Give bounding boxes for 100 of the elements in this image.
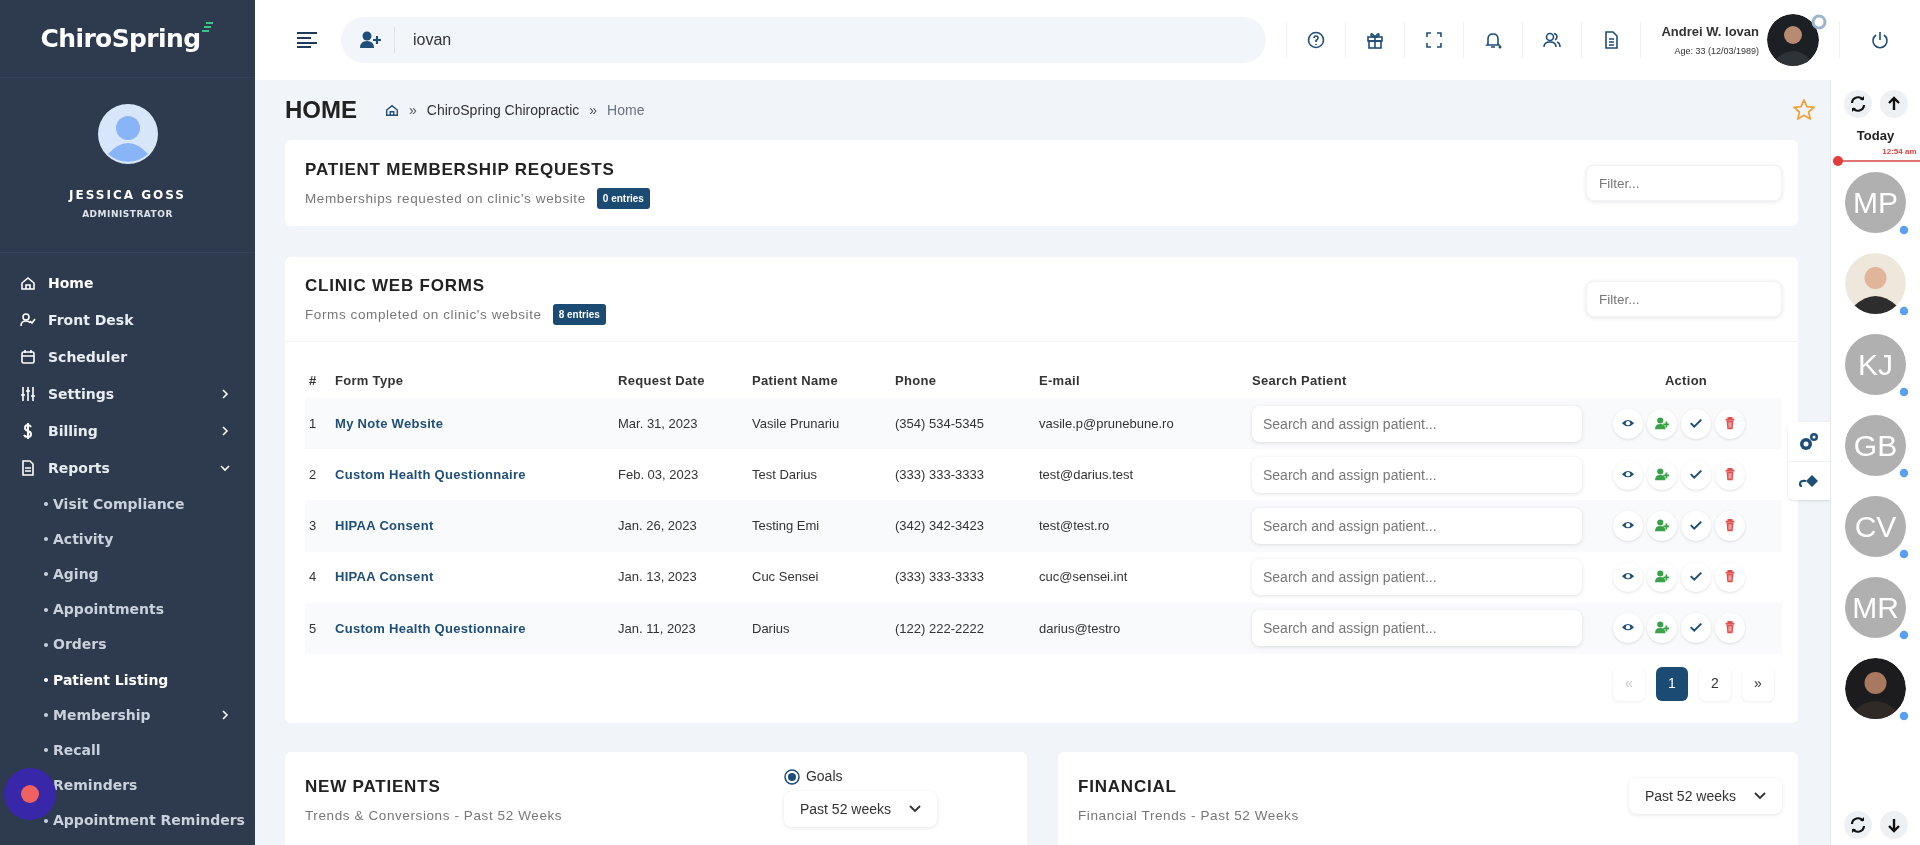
approve-button[interactable] — [1681, 562, 1711, 593]
patient-search-field[interactable]: iovan — [413, 28, 1213, 52]
card-subtitle: Forms completed on clinic's website — [305, 305, 542, 324]
nav-subitem[interactable]: Membership — [0, 697, 255, 733]
column-header: # — [305, 363, 331, 398]
page-button[interactable]: » — [1742, 666, 1774, 701]
delete-button[interactable] — [1715, 613, 1745, 644]
chevron-down-icon — [1754, 792, 1766, 800]
delete-button[interactable] — [1715, 459, 1745, 490]
form-link[interactable]: Custom Health Questionnaire — [335, 467, 526, 483]
table-cell: Test Darius — [748, 449, 891, 501]
table-cell: 4 — [305, 551, 331, 603]
form-link[interactable]: Custom Health Questionnaire — [335, 620, 526, 636]
table-cell: Vasile Prunariu — [748, 398, 891, 450]
nav-subitem[interactable]: Activity — [0, 521, 255, 557]
table-cell: darius@testro — [1035, 602, 1248, 654]
table-cell: 2 — [305, 449, 331, 501]
approve-button[interactable] — [1681, 510, 1711, 541]
nav-item[interactable]: Settings — [0, 375, 255, 413]
user-role: ADMINISTRATOR — [82, 208, 173, 221]
nav-item[interactable]: Scheduler — [0, 338, 255, 376]
page-button[interactable]: 1 — [1656, 666, 1688, 701]
assign-button[interactable] — [1647, 613, 1677, 644]
table-cell: Jan. 13, 2023 — [614, 551, 748, 603]
delete-button[interactable] — [1715, 562, 1745, 593]
add-user-icon — [1655, 621, 1669, 636]
column-header: E-mail — [1035, 363, 1248, 398]
refresh-button[interactable] — [1843, 90, 1872, 118]
scroll-down-button[interactable] — [1880, 811, 1908, 839]
day-label: Today — [1856, 127, 1895, 145]
trash-icon — [1723, 416, 1737, 431]
nav-subitem[interactable]: Patient Listing — [0, 662, 255, 698]
breadcrumb-link[interactable]: ChiroSpring Chiropractic — [426, 99, 580, 121]
nav-item[interactable]: Reports — [0, 449, 255, 487]
check-icon — [1689, 518, 1703, 533]
breadcrumb-separator: » — [589, 100, 598, 120]
form-link[interactable]: HIPAA Consent — [335, 569, 434, 585]
card-subtitle: Trends & Conversions - Past 52 Weeks — [305, 806, 563, 825]
view-button[interactable] — [1613, 408, 1643, 439]
chevron-down-icon — [909, 805, 921, 813]
assign-button[interactable] — [1647, 408, 1677, 439]
view-button[interactable] — [1613, 459, 1643, 490]
filter-field[interactable]: Filter... — [1586, 281, 1782, 317]
add-user-icon — [1655, 467, 1669, 482]
calendar-icon — [20, 349, 36, 365]
user-check-icon — [20, 312, 36, 328]
nav-subitem[interactable]: Orders — [0, 627, 255, 663]
nav-subitem[interactable]: Appointments — [0, 592, 255, 628]
table-cell: Testing Emi — [748, 500, 891, 552]
power-icon — [1871, 31, 1889, 49]
check-icon — [1689, 416, 1703, 431]
table-cell: Feb. 03, 2023 — [614, 449, 748, 501]
refresh-button[interactable] — [1844, 811, 1872, 839]
table-cell: Mar. 31, 2023 — [614, 398, 748, 450]
approve-button[interactable] — [1681, 408, 1711, 439]
assign-button[interactable] — [1647, 459, 1677, 490]
table-cell: (354) 534-5345 — [891, 398, 1035, 450]
add-user-icon — [1655, 570, 1669, 585]
logo[interactable]: ChiroSpring — [40, 19, 215, 58]
patient-search-field[interactable]: Search and assign patient... — [1252, 405, 1582, 442]
goals-toggle[interactable]: Goals — [783, 766, 843, 787]
gears-icon — [1798, 431, 1820, 452]
form-link[interactable]: My Note Website — [335, 415, 444, 431]
delete-button[interactable] — [1715, 510, 1745, 541]
card-title: PATIENT MEMBERSHIP REQUESTS — [305, 158, 616, 181]
nav-subitem[interactable]: Appointment Reminders — [0, 803, 255, 839]
nav-item[interactable]: Home — [0, 264, 255, 302]
patient-search-field[interactable]: Search and assign patient... — [1252, 559, 1582, 596]
nav-subitem[interactable]: Visit Compliance — [0, 486, 255, 522]
nav-item[interactable]: Front Desk — [0, 301, 255, 339]
delete-button[interactable] — [1715, 408, 1745, 439]
table-cell: Jan. 26, 2023 — [614, 500, 748, 552]
paint-bucket-icon — [1798, 473, 1820, 489]
patient-name: Andrei W. Iovan — [1661, 23, 1759, 41]
breadcrumb-current: Home — [607, 100, 645, 120]
period-select[interactable]: Past 52 weeks — [783, 791, 937, 827]
leaf-icon — [202, 21, 215, 34]
nav-subitem[interactable]: Aging — [0, 556, 255, 593]
form-link[interactable]: HIPAA Consent — [335, 518, 434, 534]
view-button[interactable] — [1613, 510, 1643, 541]
approve-button[interactable] — [1681, 613, 1711, 644]
star-icon[interactable] — [1792, 98, 1816, 122]
search-bar[interactable]: iovan — [341, 17, 1266, 63]
scroll-up-button[interactable] — [1879, 90, 1908, 118]
nav-item[interactable]: Billing — [0, 412, 255, 450]
nav-subitem[interactable]: Recall — [0, 732, 255, 768]
page-button[interactable]: 2 — [1699, 666, 1731, 701]
filter-field[interactable]: Filter... — [1586, 165, 1782, 201]
assign-button[interactable] — [1647, 562, 1677, 593]
period-select[interactable]: Past 52 weeks — [1628, 778, 1782, 814]
patient-search-field[interactable]: Search and assign patient... — [1252, 507, 1582, 544]
table-cell: test@darius.test — [1035, 449, 1248, 501]
view-button[interactable] — [1613, 562, 1643, 593]
view-button[interactable] — [1613, 613, 1643, 644]
assign-button[interactable] — [1647, 510, 1677, 541]
approve-button[interactable] — [1681, 459, 1711, 490]
patient-search-field[interactable]: Search and assign patient... — [1252, 610, 1582, 647]
table-cell: cuc@sensei.int — [1035, 551, 1248, 603]
page-title: HOME — [285, 95, 357, 125]
patient-search-field[interactable]: Search and assign patient... — [1252, 456, 1582, 493]
